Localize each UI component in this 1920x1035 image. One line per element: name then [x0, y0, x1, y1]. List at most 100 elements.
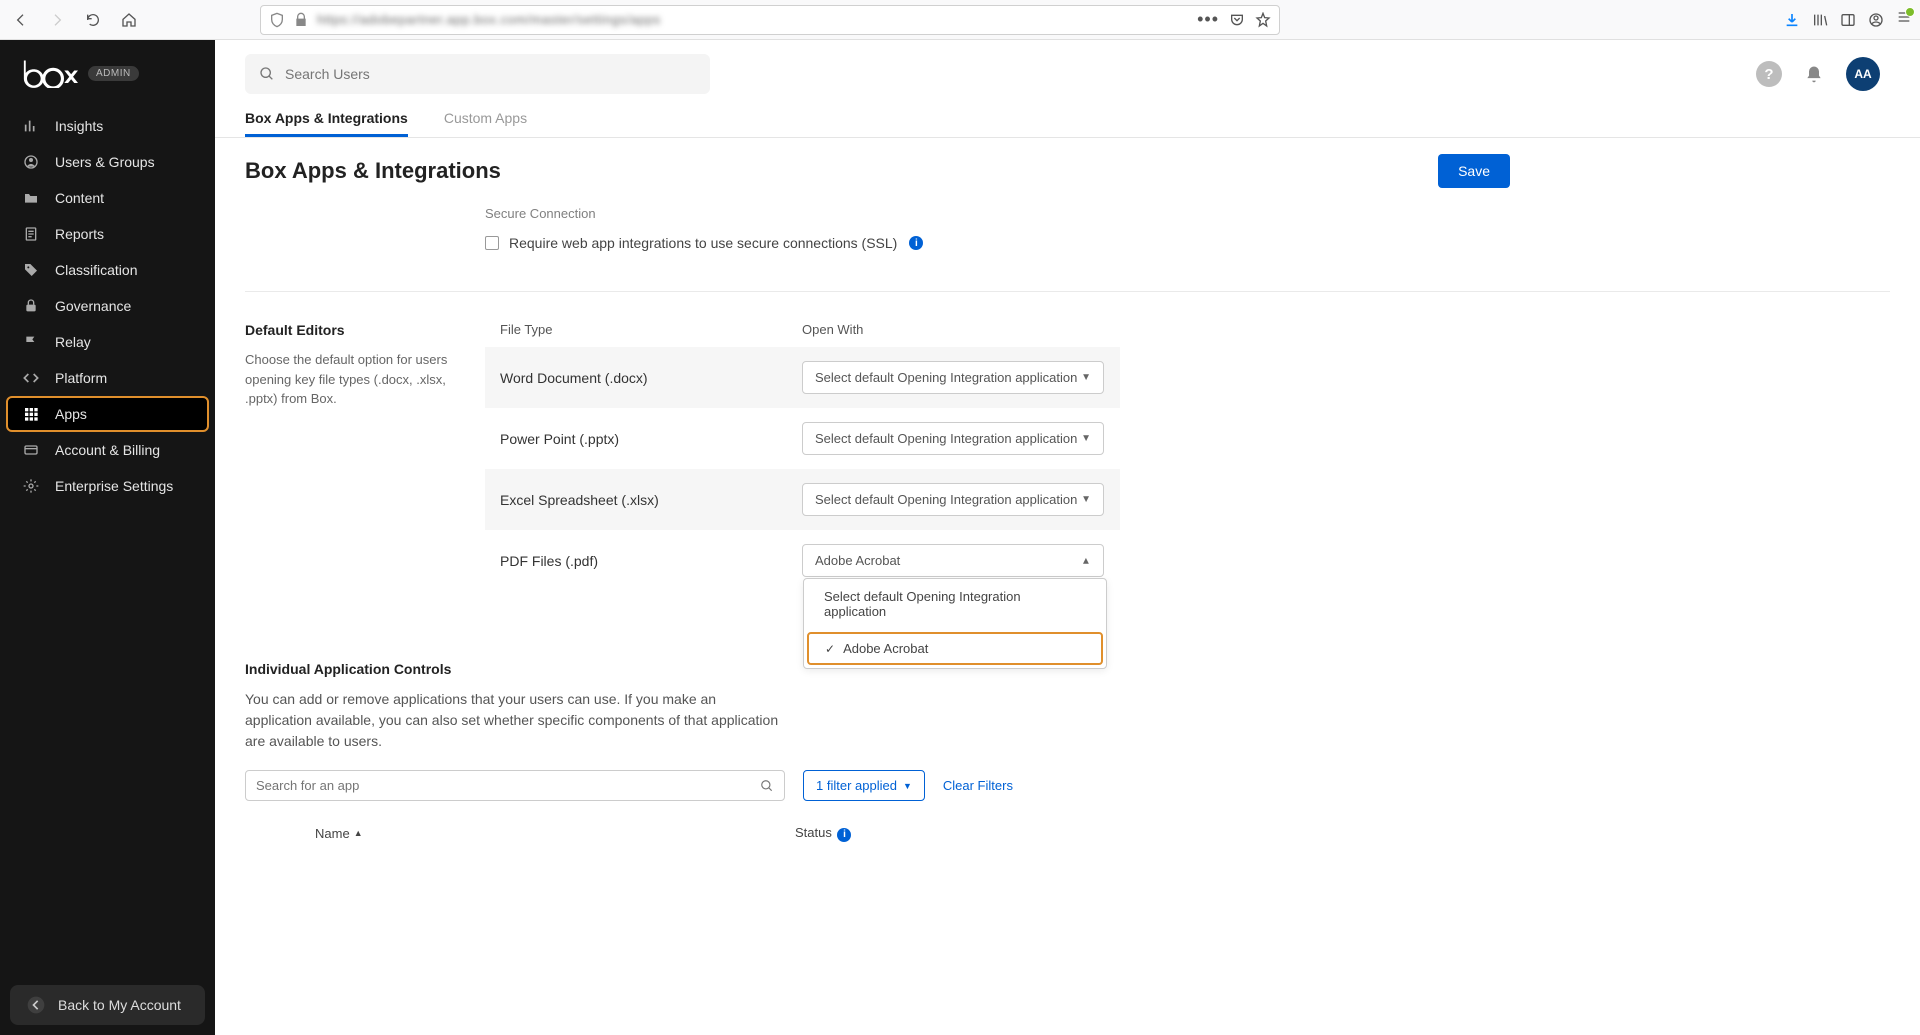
secure-connection-section: Secure Connection Require web app integr…: [485, 206, 1890, 291]
sidebar-item-platform[interactable]: Platform: [0, 360, 215, 396]
forward-button[interactable]: [42, 5, 72, 35]
default-editors-heading: Default Editors: [245, 322, 471, 338]
sidebar-item-label: Account & Billing: [55, 442, 160, 458]
chevron-up-icon: ▼: [1081, 555, 1091, 566]
file-type-label: PDF Files (.pdf): [500, 553, 802, 569]
sidebar-item-label: Insights: [55, 118, 103, 134]
home-button[interactable]: [114, 5, 144, 35]
save-button[interactable]: Save: [1438, 154, 1510, 188]
dropdown-menu: Select default Opening Integration appli…: [803, 578, 1107, 669]
sidebar-item-billing[interactable]: Account & Billing: [0, 432, 215, 468]
divider: [245, 291, 1890, 292]
sidebar-item-content[interactable]: Content: [0, 180, 215, 216]
ssl-checkbox[interactable]: [485, 236, 499, 250]
library-icon[interactable]: [1812, 12, 1828, 28]
secure-connection-heading: Secure Connection: [485, 206, 1890, 221]
info-icon[interactable]: i: [837, 828, 851, 842]
sidebar-item-label: Enterprise Settings: [55, 478, 173, 494]
user-icon: [22, 153, 40, 171]
app-search-input[interactable]: [256, 778, 760, 793]
search-users[interactable]: [245, 54, 710, 94]
help-button[interactable]: ?: [1756, 61, 1782, 87]
sidebar-item-label: Content: [55, 190, 104, 206]
admin-badge: ADMIN: [88, 66, 139, 81]
notification-dot: [1905, 7, 1915, 17]
sidebar-item-relay[interactable]: Relay: [0, 324, 215, 360]
chevron-left-circle-icon: [26, 995, 46, 1015]
sidebar-item-insights[interactable]: Insights: [0, 108, 215, 144]
browser-toolbar: https://adobepartner.app.box.com/master/…: [0, 0, 1920, 40]
sidebar-item-settings[interactable]: Enterprise Settings: [0, 468, 215, 504]
back-label: Back to My Account: [58, 997, 181, 1013]
back-to-account-button[interactable]: Back to My Account: [10, 985, 205, 1025]
iac-description: You can add or remove applications that …: [245, 689, 785, 752]
tab-custom-apps[interactable]: Custom Apps: [444, 102, 527, 137]
file-type-label: Power Point (.pptx): [500, 431, 802, 447]
tag-icon: [22, 261, 40, 279]
ssl-label: Require web app integrations to use secu…: [509, 235, 897, 251]
shield-icon: [269, 12, 285, 28]
card-icon: [22, 441, 40, 459]
box-logo: [22, 58, 78, 88]
chevron-down-icon: ▼: [1081, 494, 1091, 505]
chevron-down-icon: ▼: [1081, 372, 1091, 383]
col-header-name[interactable]: Name ▲: [315, 825, 795, 842]
avatar[interactable]: AA: [1846, 57, 1880, 91]
open-with-dropdown-docx[interactable]: Select default Opening Integration appli…: [802, 361, 1104, 394]
chevron-down-icon: ▼: [1081, 433, 1091, 444]
address-bar[interactable]: https://adobepartner.app.box.com/master/…: [260, 5, 1280, 35]
col-file-type: File Type: [500, 322, 802, 337]
sidebar-item-label: Governance: [55, 298, 131, 314]
file-type-label: Word Document (.docx): [500, 370, 802, 386]
code-icon: [22, 369, 40, 387]
page-title: Box Apps & Integrations: [245, 158, 501, 184]
sidebar-item-governance[interactable]: Governance: [0, 288, 215, 324]
open-with-dropdown-pdf[interactable]: Adobe Acrobat▼ Select default Opening In…: [802, 544, 1104, 577]
chevron-down-icon: ▼: [903, 781, 912, 791]
app-search[interactable]: [245, 770, 785, 801]
account-icon[interactable]: [1868, 12, 1884, 28]
back-button[interactable]: [6, 5, 36, 35]
notifications-icon[interactable]: [1804, 64, 1824, 84]
url-text: https://adobepartner.app.box.com/master/…: [317, 12, 661, 27]
editor-row-pdf: PDF Files (.pdf) Adobe Acrobat▼ Select d…: [485, 530, 1120, 591]
bookmark-star-icon[interactable]: [1255, 12, 1271, 28]
reload-button[interactable]: [78, 5, 108, 35]
clear-filters-link[interactable]: Clear Filters: [943, 778, 1013, 793]
tab-box-apps[interactable]: Box Apps & Integrations: [245, 102, 408, 137]
sidebar-item-label: Users & Groups: [55, 154, 155, 170]
sidebar-item-label: Classification: [55, 262, 137, 278]
reports-icon: [22, 225, 40, 243]
open-with-dropdown-pptx[interactable]: Select default Opening Integration appli…: [802, 422, 1104, 455]
sidebar-item-reports[interactable]: Reports: [0, 216, 215, 252]
search-users-input[interactable]: [285, 66, 696, 82]
dropdown-option-default[interactable]: Select default Opening Integration appli…: [804, 579, 1106, 629]
search-icon: [259, 66, 275, 82]
dropdown-option-acrobat[interactable]: ✓Adobe Acrobat: [807, 632, 1103, 665]
editor-row-xlsx: Excel Spreadsheet (.xlsx) Select default…: [485, 469, 1120, 530]
tabs: Box Apps & Integrations Custom Apps: [215, 94, 1920, 138]
main-content: ? AA Box Apps & Integrations Custom Apps…: [215, 40, 1920, 1035]
downloads-icon[interactable]: [1784, 12, 1800, 28]
more-icon[interactable]: •••: [1197, 9, 1219, 30]
menu-button[interactable]: [1896, 9, 1912, 30]
sidebar-item-users[interactable]: Users & Groups: [0, 144, 215, 180]
sidebar-item-label: Apps: [55, 406, 87, 422]
pocket-icon[interactable]: [1229, 12, 1245, 28]
sort-asc-icon: ▲: [354, 828, 363, 838]
check-icon: ✓: [825, 642, 835, 656]
col-header-status: Status i: [795, 825, 851, 842]
sidebar-item-apps[interactable]: Apps: [6, 396, 209, 432]
search-icon: [760, 779, 774, 793]
sidebar-item-label: Relay: [55, 334, 91, 350]
lock-icon: [293, 12, 309, 28]
info-icon[interactable]: i: [909, 236, 923, 250]
grid-icon: [22, 405, 40, 423]
filter-button[interactable]: 1 filter applied▼: [803, 770, 925, 801]
open-with-dropdown-xlsx[interactable]: Select default Opening Integration appli…: [802, 483, 1104, 516]
file-type-label: Excel Spreadsheet (.xlsx): [500, 492, 802, 508]
sidebar-icon[interactable]: [1840, 12, 1856, 28]
sidebar-item-classification[interactable]: Classification: [0, 252, 215, 288]
sidebar-item-label: Platform: [55, 370, 107, 386]
folder-icon: [22, 189, 40, 207]
